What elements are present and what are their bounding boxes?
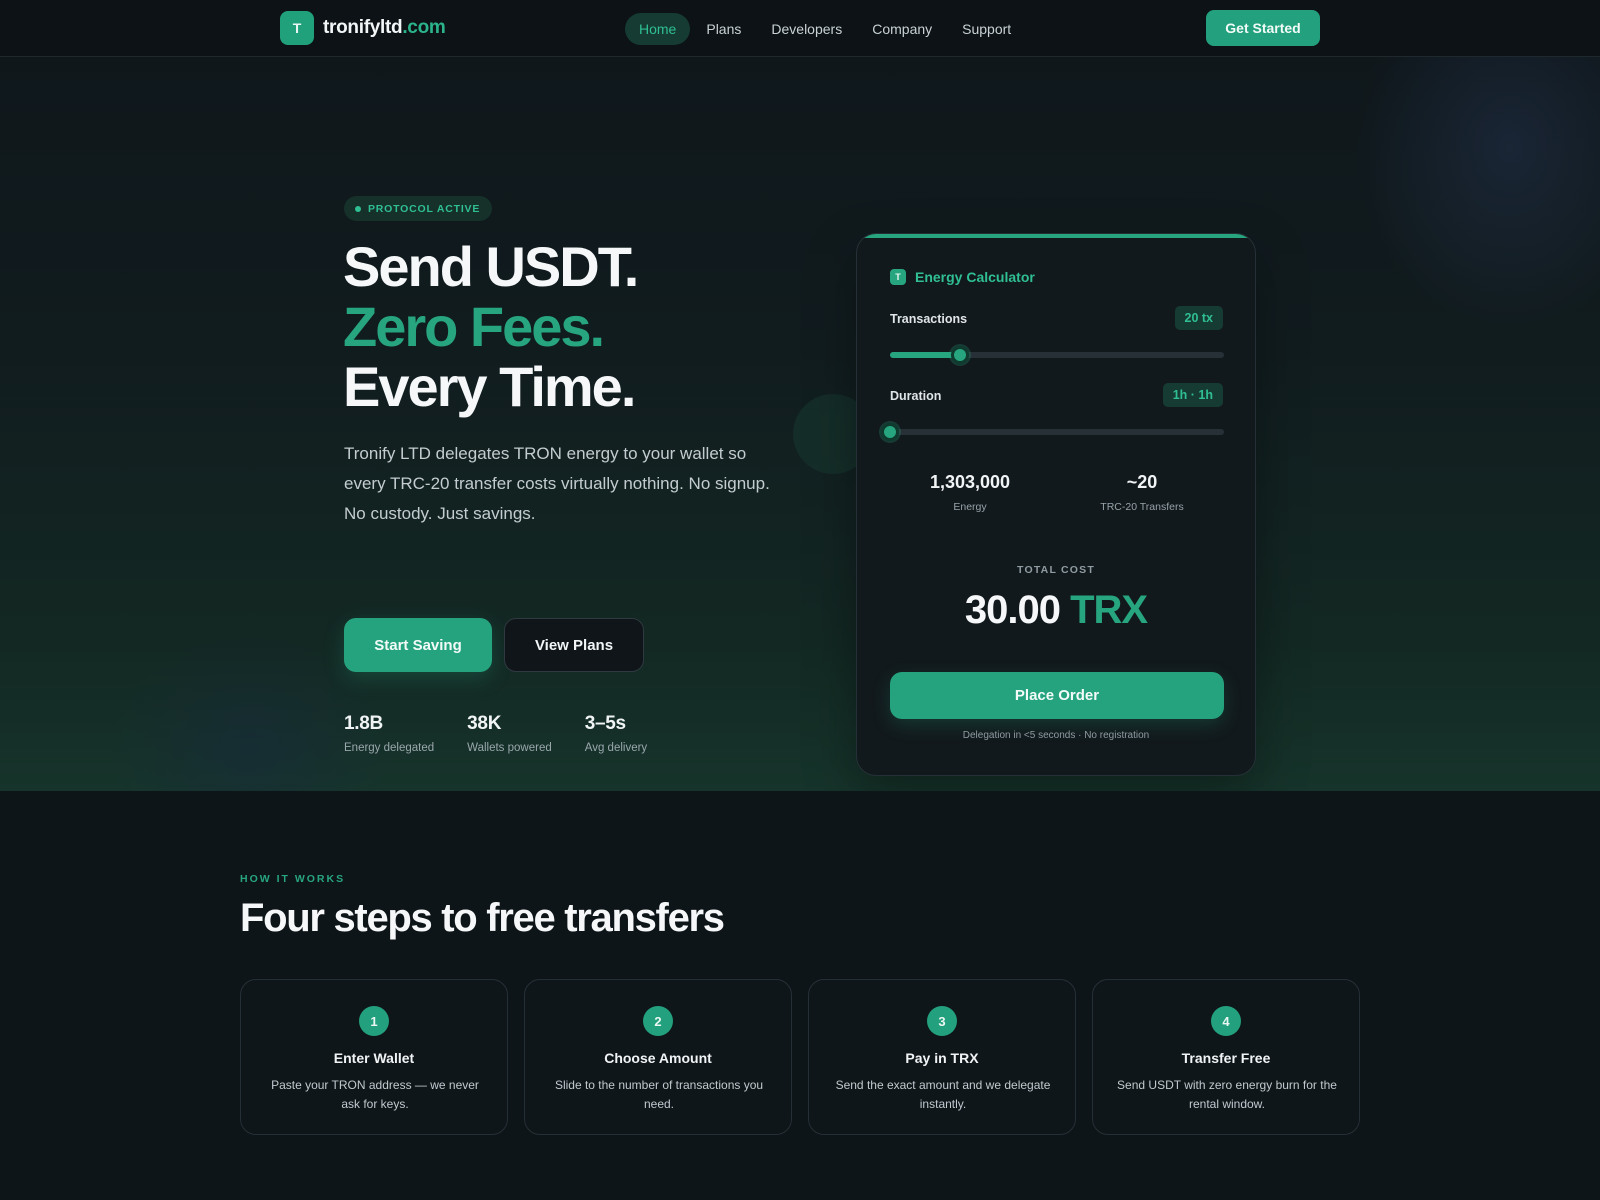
place-order-button[interactable]: Place Order	[890, 672, 1224, 719]
energy-metric: 1,303,000 Energy	[890, 472, 1050, 513]
logo-mark-icon: T	[280, 11, 314, 45]
hero-section: PROTOCOL ACTIVE Send USDT. Zero Fees. Ev…	[0, 57, 1600, 791]
headline-line-1: Send USDT.	[343, 235, 639, 298]
hero-stats: 1.8B Energy delegated 38K Wallets powere…	[344, 713, 680, 754]
calculator-title: Energy Calculator	[915, 269, 1035, 285]
energy-value: 1,303,000	[929, 472, 1011, 492]
transactions-label: Transactions	[890, 312, 968, 326]
step-description: Slide to the number of transactions you …	[554, 1078, 764, 1111]
logo-tld: .com	[402, 17, 446, 38]
calculator-logo-icon: T	[890, 269, 906, 285]
stat-label: Wallets powered	[467, 742, 552, 754]
headline-line-3: Every Time.	[343, 355, 636, 418]
hero-description: Tronify LTD delegates TRON energy to you…	[344, 444, 770, 523]
slider-thumb[interactable]	[881, 423, 899, 441]
stat-value: 38K	[467, 713, 502, 734]
get-started-button[interactable]: Get Started	[1206, 10, 1320, 46]
step-title: Enter Wallet	[333, 1050, 415, 1066]
step-card: 3 Pay in TRX Send the exact amount and w…	[808, 979, 1076, 1135]
nav-link-company[interactable]: Company	[858, 13, 946, 45]
steps-list: 1 Enter Wallet Paste your TRON address —…	[240, 979, 1376, 1135]
step-title: Pay in TRX	[905, 1050, 979, 1066]
nav-link-support[interactable]: Support	[948, 13, 1025, 45]
nav-link-home[interactable]: Home	[625, 13, 691, 45]
headline-line-2: Zero Fees.	[343, 295, 605, 358]
step-number-badge: 3	[927, 1006, 957, 1036]
stat-label: Avg delivery	[584, 742, 648, 754]
stat-energy-delegated: 1.8B Energy delegated	[344, 713, 434, 754]
order-note: Delegation in <5 seconds · No registrati…	[962, 730, 1150, 741]
step-description: Paste your TRON address — we never ask f…	[271, 1078, 479, 1111]
hero-headline: Send USDT. Zero Fees. Every Time.	[343, 235, 639, 418]
calculator-header: T Energy Calculator	[890, 269, 1035, 285]
total-cost-value: 30.00 TRX	[857, 588, 1255, 633]
protocol-status-badge: PROTOCOL ACTIVE	[344, 196, 493, 221]
section-kicker: HOW IT WORKS	[240, 873, 346, 885]
total-cost-label: TOTAL COST	[1017, 564, 1095, 576]
badge-label: PROTOCOL ACTIVE	[368, 202, 481, 215]
step-description: Send USDT with zero energy burn for the …	[1117, 1078, 1337, 1111]
step-card: 2 Choose Amount Slide to the number of t…	[524, 979, 792, 1135]
transfers-metric: ~20 TRC-20 Transfers	[1062, 472, 1222, 513]
start-saving-button[interactable]: Start Saving	[344, 618, 492, 672]
logo-name: tronifyltd	[323, 17, 403, 38]
stat-value: 1.8B	[344, 713, 383, 734]
transactions-slider[interactable]	[890, 346, 1224, 364]
view-plans-button[interactable]: View Plans	[504, 618, 644, 672]
logo-wordmark: tronifyltd.com	[323, 17, 446, 39]
slider-fill	[890, 352, 961, 358]
step-number-badge: 4	[1211, 1006, 1241, 1036]
top-navbar: T tronifyltd.com Home Plans Developers C…	[0, 0, 1600, 57]
step-card: 4 Transfer Free Send USDT with zero ener…	[1092, 979, 1360, 1135]
transfers-label: TRC-20 Transfers	[1100, 501, 1184, 513]
stat-value: 3–5s	[584, 713, 626, 734]
step-description: Send the exact amount and we delegate in…	[835, 1078, 1051, 1111]
step-title: Choose Amount	[604, 1050, 712, 1066]
step-number-badge: 2	[643, 1006, 673, 1036]
brand-logo[interactable]: T tronifyltd.com	[280, 11, 446, 45]
total-unit: TRX	[1070, 588, 1148, 632]
nav-link-plans[interactable]: Plans	[692, 13, 755, 45]
nav-links: Home Plans Developers Company Support	[625, 13, 1027, 45]
step-title: Transfer Free	[1181, 1050, 1271, 1066]
transactions-value-pill: 20 tx	[1174, 306, 1223, 330]
transfers-value: ~20	[1126, 472, 1158, 492]
stat-wallets-powered: 38K Wallets powered	[467, 713, 552, 754]
stat-label: Energy delegated	[344, 742, 435, 754]
energy-calculator-card: T Energy Calculator Transactions 20 tx D…	[856, 233, 1256, 776]
nav-link-developers[interactable]: Developers	[757, 13, 856, 45]
card-accent-bar	[857, 234, 1255, 238]
duration-value-pill: 1h · 1h	[1162, 383, 1223, 407]
energy-label: Energy	[953, 501, 987, 513]
section-title: Four steps to free transfers	[240, 896, 725, 940]
slider-thumb[interactable]	[951, 346, 970, 364]
step-card: 1 Enter Wallet Paste your TRON address —…	[240, 979, 508, 1135]
total-amount: 30.00	[964, 588, 1061, 632]
stat-avg-delivery: 3–5s Avg delivery	[585, 713, 647, 754]
status-dot-icon	[355, 205, 361, 212]
step-number-badge: 1	[359, 1006, 389, 1036]
duration-label: Duration	[890, 389, 942, 403]
duration-slider[interactable]	[881, 423, 1224, 441]
